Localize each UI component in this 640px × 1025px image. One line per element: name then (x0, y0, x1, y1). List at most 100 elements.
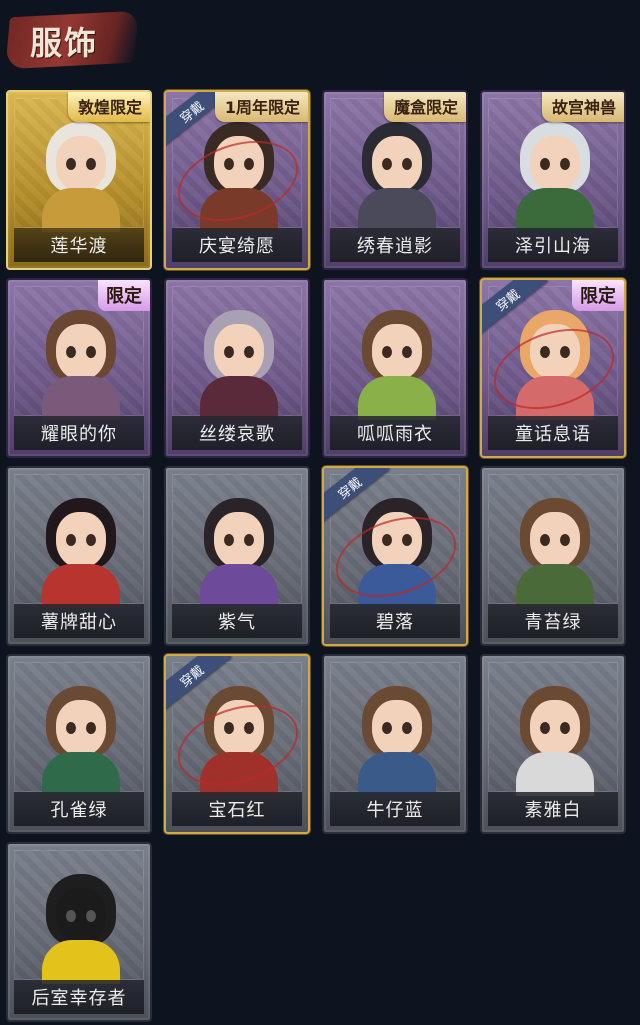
limited-badge: 限定 (572, 280, 624, 311)
costume-card[interactable]: 孔雀绿 (6, 654, 152, 834)
character-eye (382, 158, 392, 170)
character-portrait (166, 468, 308, 608)
character-face (530, 136, 580, 192)
limited-badge: 故宫神兽 (541, 92, 624, 122)
character-outfit (42, 188, 120, 232)
costume-card[interactable]: 紫气 (164, 466, 310, 646)
character-eye (66, 910, 76, 922)
costume-name: 庆宴绮愿 (172, 228, 302, 262)
character-face (56, 512, 106, 568)
limited-badge: 魔盒限定 (383, 92, 466, 122)
character-eye (540, 158, 550, 170)
character-outfit (42, 752, 120, 796)
character-outfit (516, 564, 594, 608)
character-eye (66, 346, 76, 358)
costume-name: 耀眼的你 (14, 416, 144, 450)
character-eye (86, 722, 96, 734)
character-eye (560, 534, 570, 546)
character-face (372, 324, 422, 380)
character-eye (224, 534, 234, 546)
character-portrait (324, 280, 466, 420)
costume-card[interactable]: 呱呱雨衣 (322, 278, 468, 458)
limited-badge: 限定 (98, 280, 150, 311)
character-outfit (200, 376, 278, 420)
character-eye (560, 722, 570, 734)
character-eye (86, 910, 96, 922)
character-eye (66, 722, 76, 734)
costume-card[interactable]: 故宫神兽 泽引山海 (480, 90, 626, 270)
character-eye (224, 346, 234, 358)
costume-grid: 敦煌限定 莲华渡 穿戴 1周年限定 庆宴绮愿 魔盒限定 绣春逍影 故宫神兽 泽引山海 限定 耀眼的你… (0, 0, 640, 1025)
character-portrait (8, 844, 150, 984)
character-eye (382, 722, 392, 734)
costume-name: 孔雀绿 (14, 792, 144, 826)
costume-card[interactable]: 穿戴 宝石红 (164, 654, 310, 834)
character-portrait (482, 468, 624, 608)
character-face (372, 700, 422, 756)
costume-name: 碧落 (330, 604, 460, 638)
costume-name: 绣春逍影 (330, 228, 460, 262)
limited-badge: 1周年限定 (214, 92, 308, 122)
character-outfit (358, 752, 436, 796)
costume-name: 后室幸存者 (14, 980, 144, 1014)
character-face (56, 700, 106, 756)
character-face (530, 700, 580, 756)
character-eye (402, 158, 412, 170)
character-outfit (200, 564, 278, 608)
costume-name: 紫气 (172, 604, 302, 638)
character-portrait (8, 656, 150, 796)
character-portrait (482, 656, 624, 796)
costume-card[interactable]: 穿戴 1周年限定 庆宴绮愿 (164, 90, 310, 270)
costume-card[interactable]: 牛仔蓝 (322, 654, 468, 834)
costume-name: 青苔绿 (488, 604, 618, 638)
costume-card[interactable]: 穿戴 限定 童话息语 (480, 278, 626, 458)
costume-card[interactable]: 后室幸存者 (6, 842, 152, 1022)
costume-name: 宝石红 (172, 792, 302, 826)
character-eye (540, 534, 550, 546)
costume-name: 素雅白 (488, 792, 618, 826)
character-eye (382, 346, 392, 358)
costume-name: 呱呱雨衣 (330, 416, 460, 450)
character-outfit (358, 188, 436, 232)
character-eye (560, 158, 570, 170)
character-eye (86, 534, 96, 546)
character-eye (244, 534, 254, 546)
character-eye (402, 722, 412, 734)
character-eye (402, 346, 412, 358)
costume-name: 莲华渡 (14, 228, 144, 262)
character-eye (86, 158, 96, 170)
character-outfit (42, 376, 120, 420)
character-eye (86, 346, 96, 358)
character-eye (66, 534, 76, 546)
costume-name: 丝缕哀歌 (172, 416, 302, 450)
costume-card[interactable]: 青苔绿 (480, 466, 626, 646)
costume-card[interactable]: 穿戴 碧落 (322, 466, 468, 646)
character-eye (244, 346, 254, 358)
costume-card[interactable]: 魔盒限定绣春逍影 (322, 90, 468, 270)
character-portrait (324, 656, 466, 796)
character-face (56, 136, 106, 192)
character-eye (66, 158, 76, 170)
character-outfit (42, 564, 120, 608)
character-eye (540, 722, 550, 734)
costume-card[interactable]: 敦煌限定莲华渡 (6, 90, 152, 270)
costume-card[interactable]: 薯牌甜心 (6, 466, 152, 646)
character-portrait (166, 280, 308, 420)
limited-badge: 敦煌限定 (67, 92, 150, 122)
costume-name: 牛仔蓝 (330, 792, 460, 826)
character-face (56, 324, 106, 380)
character-outfit (516, 188, 594, 232)
character-outfit (358, 376, 436, 420)
costume-card[interactable]: 素雅白 (480, 654, 626, 834)
character-outfit (42, 940, 120, 984)
character-portrait (8, 468, 150, 608)
character-face (214, 324, 264, 380)
character-face (530, 512, 580, 568)
costume-card[interactable]: 丝缕哀歌 (164, 278, 310, 458)
costume-name: 薯牌甜心 (14, 604, 144, 638)
character-outfit (516, 752, 594, 796)
character-face (372, 136, 422, 192)
character-face (56, 888, 106, 944)
costume-card[interactable]: 限定耀眼的你 (6, 278, 152, 458)
character-face (214, 512, 264, 568)
